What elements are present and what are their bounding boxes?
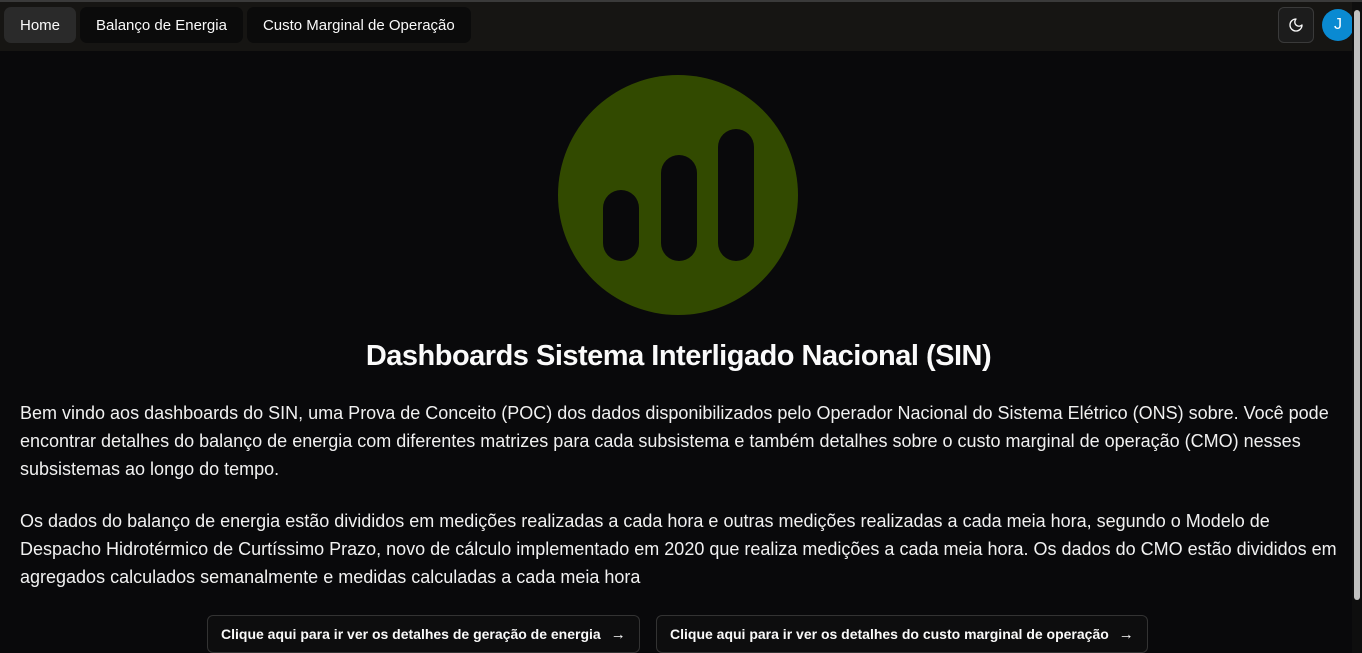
- intro-paragraph: Bem vindo aos dashboards do SIN, uma Pro…: [20, 403, 1329, 479]
- nav-balanco-energia[interactable]: Balanço de Energia: [80, 7, 243, 43]
- page-title: Dashboards Sistema Interligado Nacional …: [365, 340, 992, 372]
- bar-chart-icon: [558, 75, 798, 315]
- energy-generation-details-button[interactable]: Clique aqui para ir ver os detalhes de g…: [207, 615, 640, 653]
- main-nav: Home Balanço de Energia Custo Marginal d…: [4, 7, 471, 43]
- energy-generation-details-label: Clique aqui para ir ver os detalhes de g…: [221, 626, 601, 642]
- data-description-paragraph: Os dados do balanço de energia estão div…: [20, 511, 1337, 587]
- user-avatar[interactable]: J: [1322, 9, 1354, 41]
- cmo-details-label: Clique aqui para ir ver os detalhes do c…: [670, 626, 1109, 642]
- arrow-right-icon: →: [1118, 625, 1134, 643]
- scrollbar-thumb[interactable]: [1354, 10, 1360, 600]
- moon-icon: [1289, 18, 1303, 32]
- logo-bar-short: [603, 190, 639, 261]
- logo-bar-tall: [718, 129, 754, 261]
- scrollbar[interactable]: [1352, 2, 1362, 653]
- arrow-right-icon: →: [610, 625, 626, 643]
- cmo-details-button[interactable]: Clique aqui para ir ver os detalhes do c…: [656, 615, 1148, 653]
- logo-bar-medium: [661, 155, 697, 261]
- nav-custo-marginal[interactable]: Custo Marginal de Operação: [246, 7, 471, 43]
- top-navbar: Home Balanço de Energia Custo Marginal d…: [0, 2, 1354, 51]
- nav-home[interactable]: Home: [4, 7, 77, 43]
- theme-toggle-button[interactable]: [1278, 7, 1314, 43]
